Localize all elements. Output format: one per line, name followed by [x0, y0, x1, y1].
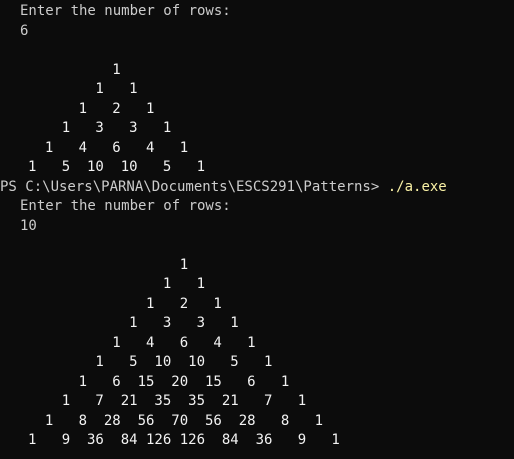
pyramid-row: 1 [28, 256, 189, 273]
rows-prompt: Enter the number of rows: [20, 198, 231, 214]
pyramid-row: 1 7 21 35 35 21 7 1 [28, 393, 307, 409]
user-input-rows: 6 [20, 22, 29, 39]
pyramid-row: 1 6 15 20 15 6 1 [28, 373, 290, 390]
terminal-window[interactable]: Enter the number of rows: 6 1 1 1 1 2 1 … [0, 0, 514, 459]
pyramid-row: 1 2 1 [28, 295, 222, 312]
powershell-prompt-line: PS C:\Users\PARNA\Documents\ESCS291\Patt… [0, 178, 514, 198]
pyramid-row: 1 2 1 [28, 100, 155, 117]
prompt-path: PS C:\Users\PARNA\Documents\ESCS291\Patt… [0, 178, 388, 195]
pyramid-row: 1 5 10 10 5 1 [28, 354, 273, 370]
user-input-rows: 10 [20, 217, 37, 234]
pyramid-row: 1 3 3 1 [28, 120, 172, 136]
pyramid-row: 1 9 36 84 126 126 84 36 9 1 [28, 432, 340, 448]
command-text: ./a.exe [387, 178, 447, 195]
pyramid-row: 1 8 28 56 70 56 28 8 1 [28, 412, 324, 429]
pyramid-row: 1 5 10 10 5 1 [28, 159, 206, 175]
pyramid-row: 1 4 6 4 1 [28, 334, 256, 351]
pyramid-row: 1 1 [28, 81, 138, 97]
pyramid-row: 1 [28, 61, 121, 78]
pyramid-row: 1 4 6 4 1 [28, 139, 189, 156]
rows-prompt: Enter the number of rows: [20, 3, 231, 19]
pyramid-row: 1 3 3 1 [28, 315, 239, 331]
pyramid-row: 1 1 [28, 276, 206, 292]
